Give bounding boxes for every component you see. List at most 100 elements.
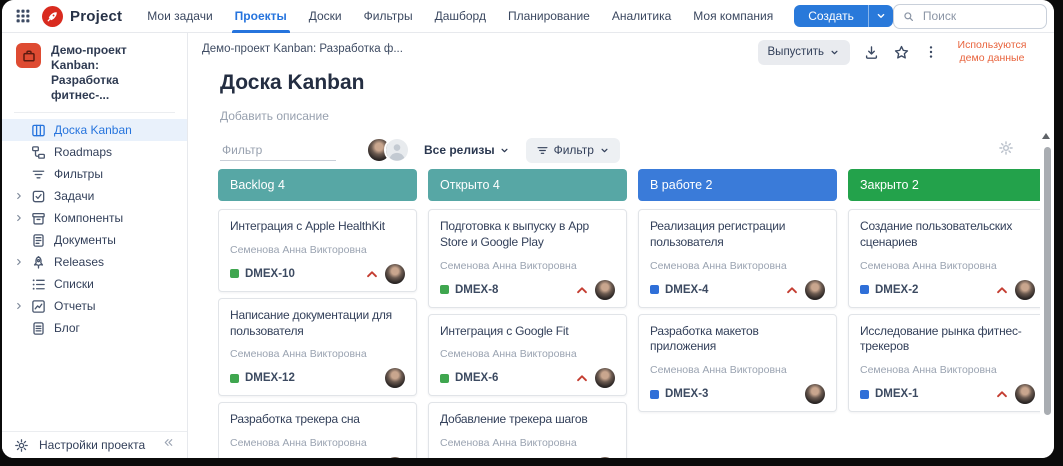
- sidebar-item-roadmaps[interactable]: Roadmaps: [2, 141, 187, 163]
- card-title: Разработка макетов приложения: [650, 323, 759, 354]
- kanban-card[interactable]: Написание документации для пользователя С…: [218, 297, 417, 397]
- main-content: Демо-проект Kanban: Разработка ф... Выпу…: [188, 33, 1054, 458]
- app-logo[interactable]: Project: [42, 5, 122, 27]
- board-settings-gear-icon[interactable]: [998, 140, 1014, 156]
- kanban-card[interactable]: Исследование рынка фитнес-трекеров Семено…: [848, 313, 1040, 413]
- tasks-icon: [30, 188, 46, 204]
- collapse-sidebar-icon[interactable]: [162, 436, 175, 454]
- expand-chevron-icon[interactable]: [12, 301, 26, 311]
- board-icon: [30, 122, 46, 138]
- sidebar-item-reports[interactable]: Отчеты: [2, 295, 187, 317]
- components-icon: [30, 210, 46, 226]
- kanban-card[interactable]: Добавление трекера шагов Семенова Анна Ви…: [428, 402, 627, 458]
- card-title: Разработка трекера сна: [230, 412, 360, 427]
- board-filter-input[interactable]: [220, 139, 336, 161]
- kanban-card[interactable]: Интеграция с Apple HealthKit Семенова Анн…: [218, 209, 417, 292]
- download-icon[interactable]: [863, 44, 880, 61]
- sidebar-item-components[interactable]: Компоненты: [2, 207, 187, 229]
- card-title: Написание документации для пользователя: [230, 307, 392, 338]
- chevron-down-icon: [501, 148, 508, 152]
- card-bottom-row: DMEX-4: [650, 279, 825, 300]
- search-box[interactable]: [892, 3, 1047, 29]
- assignee-avatar-placeholder[interactable]: [384, 137, 410, 163]
- priority-high-icon: [364, 266, 380, 282]
- apps-grid-icon[interactable]: [10, 3, 36, 29]
- sidebar-item-tasks[interactable]: Задачи: [2, 185, 187, 207]
- card-bottom-row: DMEX-8: [440, 279, 615, 300]
- nav-item-dashboard[interactable]: Дашборд: [424, 0, 497, 33]
- expand-chevron-icon[interactable]: [12, 257, 26, 267]
- roadmap-icon: [30, 144, 46, 160]
- nav-item-my-company[interactable]: Моя компания: [682, 0, 784, 33]
- sidebar-item-blog[interactable]: Блог: [2, 317, 187, 339]
- filter-button-label: Фильтр: [553, 143, 594, 157]
- release-button[interactable]: Выпустить: [757, 39, 850, 65]
- column-header: Закрыто 2: [848, 169, 1040, 201]
- nav-item-analytics[interactable]: Аналитика: [601, 0, 682, 33]
- star-icon[interactable]: [893, 44, 910, 61]
- demo-data-notice: Используются демо данные: [957, 39, 1027, 65]
- nav-item-projects[interactable]: Проекты: [224, 0, 298, 33]
- reports-icon: [30, 298, 46, 314]
- kanban-card[interactable]: Создание пользовательских сценариев Семен…: [848, 209, 1040, 308]
- kanban-card[interactable]: Разработка трекера сна Семенова Анна Викт…: [218, 402, 417, 458]
- nav-item-my-tasks[interactable]: Мои задачи: [136, 0, 223, 33]
- expand-chevron-icon[interactable]: [12, 191, 26, 201]
- search-input[interactable]: [920, 8, 1038, 24]
- create-button[interactable]: Создать: [794, 5, 893, 27]
- card-title: Исследование рынка фитнес-трекеров: [860, 323, 1022, 354]
- scrollbar-thumb[interactable]: [1044, 147, 1051, 415]
- topbar: Project Мои задачи Проекты Доски Фильтры Даш…: [2, 0, 1054, 33]
- all-releases-dropdown[interactable]: Все релизы: [424, 143, 510, 157]
- sidebar-item-label: Документы: [54, 233, 116, 247]
- kanban-card[interactable]: Реализация регистрации пользователя Семен…: [638, 209, 837, 308]
- create-dropdown-caret[interactable]: [867, 5, 893, 27]
- card-title: Создание пользовательских сценариев: [860, 219, 1013, 249]
- sidebar-item-label: Списки: [54, 277, 94, 291]
- add-description-link[interactable]: Добавить описание: [220, 109, 329, 123]
- sidebar-item-kanban-board[interactable]: Доска Kanban: [2, 119, 187, 141]
- kanban-card[interactable]: Интеграция с Google Fit Семенова Анна Вик…: [428, 313, 627, 397]
- card-assignee-avatar: [385, 368, 405, 389]
- card-assignee-avatar: [595, 368, 615, 389]
- filter-icon: [30, 166, 46, 182]
- nav-item-filters[interactable]: Фильтры: [353, 0, 424, 33]
- expand-chevron-icon[interactable]: [12, 213, 26, 223]
- board-column: Backlog 4 Интеграция с Apple HealthKit Сем…: [218, 169, 417, 458]
- filter-dropdown-button[interactable]: Фильтр: [525, 137, 620, 163]
- column-header: Backlog 4: [218, 169, 417, 201]
- sidebar-item-releases[interactable]: Releases: [2, 251, 187, 273]
- sidebar-item-label: Отчеты: [54, 299, 96, 313]
- column-header: В работе 2: [638, 169, 837, 201]
- nav-item-boards[interactable]: Доски: [298, 0, 353, 33]
- sidebar-item-lists[interactable]: Списки: [2, 273, 187, 295]
- card-assignee: Семенова Анна Викторовна: [230, 437, 367, 450]
- column-header: Открыто 4: [428, 169, 627, 201]
- sidebar-item-filters[interactable]: Фильтры: [2, 163, 187, 185]
- kanban-card[interactable]: Подготовка к выпуску в App Store и Googl…: [428, 209, 627, 308]
- sidebar-item-documents[interactable]: Документы: [2, 229, 187, 251]
- all-releases-label: Все релизы: [424, 143, 495, 157]
- releases-icon: [30, 254, 46, 270]
- assignee-avatars: [366, 137, 410, 163]
- project-settings-label: Настройки проекта: [39, 438, 146, 452]
- project-settings-row[interactable]: Настройки проекта: [2, 431, 187, 458]
- issue-key: DMEX-10: [245, 267, 295, 280]
- search-icon: [902, 10, 915, 23]
- card-assignee-avatar: [805, 384, 825, 405]
- nav-item-planning[interactable]: Планирование: [497, 0, 601, 33]
- project-header[interactable]: Демо-проект Kanban: Разработка фитнес-..…: [2, 33, 187, 112]
- kanban-card[interactable]: Разработка макетов приложения Семенова Ан…: [638, 313, 837, 413]
- card-assignee-avatar: [805, 279, 825, 300]
- documents-icon: [30, 232, 46, 248]
- create-button-label[interactable]: Создать: [794, 5, 868, 27]
- lists-icon: [30, 276, 46, 292]
- breadcrumb[interactable]: Демо-проект Kanban: Разработка ф...: [202, 43, 403, 55]
- header-actions: Выпустить Используются демо данные: [757, 39, 1032, 65]
- settings-gear-icon: [14, 438, 29, 453]
- blog-icon: [30, 320, 46, 336]
- card-assignee: Семенова Анна Викторовна: [440, 348, 577, 361]
- kebab-menu-icon[interactable]: [923, 44, 939, 60]
- scrollbar-up-arrow[interactable]: [1042, 133, 1050, 139]
- card-bottom-row: DMEX-10: [230, 263, 405, 284]
